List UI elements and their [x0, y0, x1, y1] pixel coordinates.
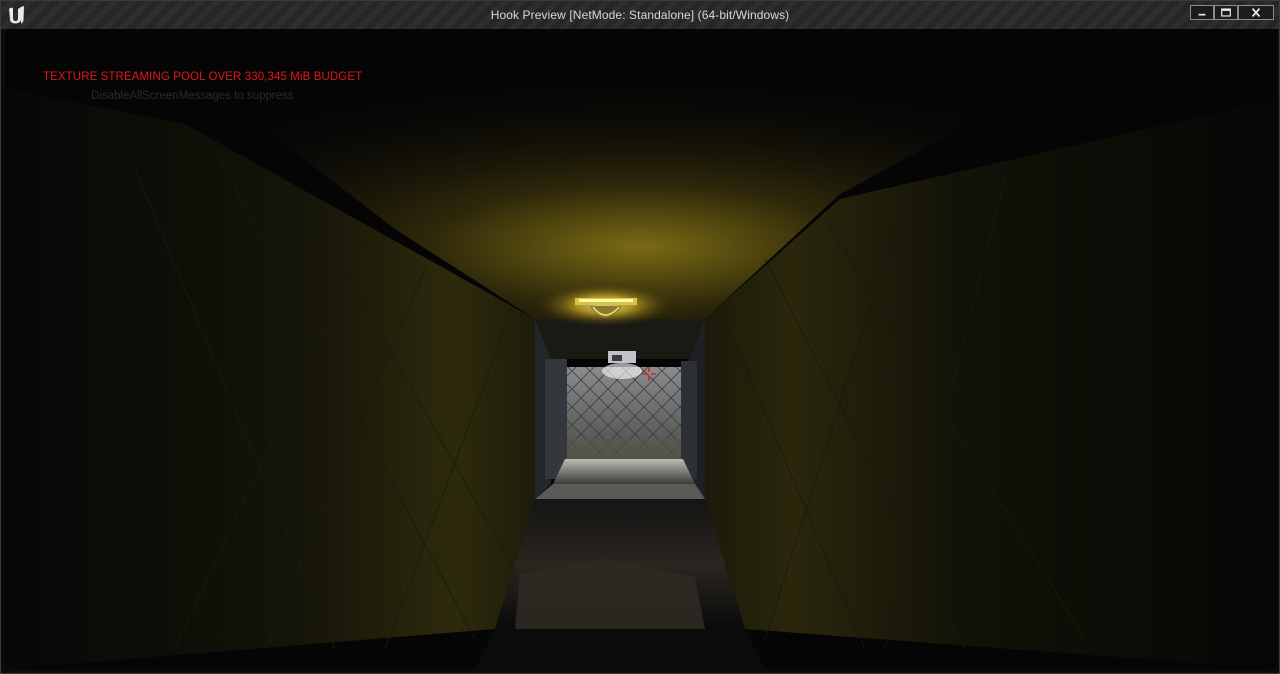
close-icon [1251, 8, 1261, 17]
crosshair-icon [642, 367, 656, 381]
minimize-icon [1198, 13, 1206, 16]
game-viewport[interactable]: TEXTURE STREAMING POOL OVER 330,345 MiB … [5, 29, 1277, 669]
maximize-icon [1221, 8, 1231, 17]
title-bar[interactable]: Hook Preview [NetMode: Standalone] (64-b… [1, 1, 1279, 30]
game-window: Hook Preview [NetMode: Standalone] (64-b… [0, 0, 1280, 674]
minimize-button[interactable] [1190, 5, 1214, 20]
texture-streaming-warning: TEXTURE STREAMING POOL OVER 330,345 MiB … [43, 71, 363, 83]
close-button[interactable] [1238, 5, 1274, 20]
window-title: Hook Preview [NetMode: Standalone] (64-b… [490, 8, 790, 22]
corridor-scene [5, 29, 1277, 669]
suppress-messages-hint: DisableAllScreenMessages to suppress [91, 90, 294, 102]
maximize-button[interactable] [1214, 5, 1238, 20]
